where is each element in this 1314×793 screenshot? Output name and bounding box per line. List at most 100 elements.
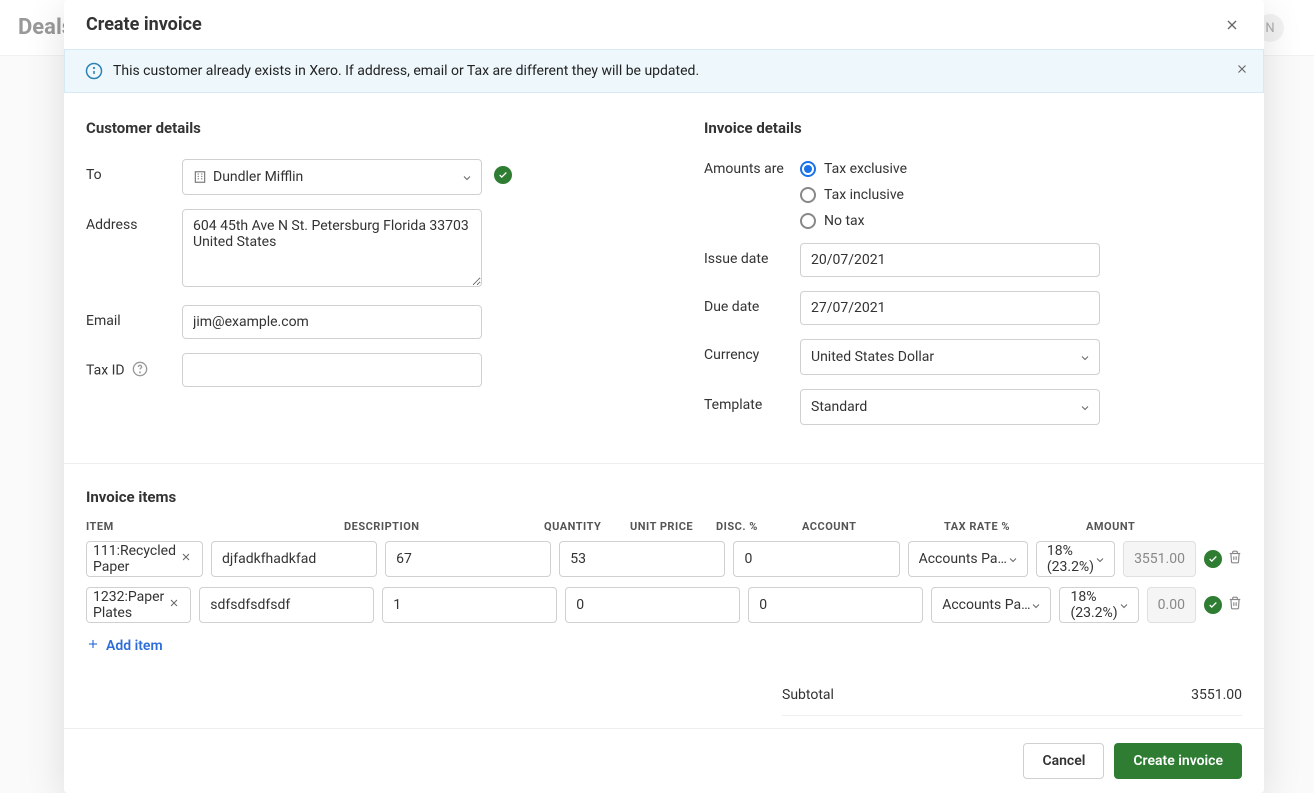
delete-row-button[interactable]: [1228, 550, 1242, 568]
clear-icon[interactable]: [164, 597, 184, 613]
radio-label: Tax exclusive: [824, 161, 907, 177]
help-icon[interactable]: [132, 365, 148, 381]
account-value: Accounts Pa…: [942, 597, 1030, 613]
tax-rate-value: 18% (23.2%): [1070, 589, 1117, 621]
amount-display: 0.00: [1147, 587, 1196, 623]
header-description: DESCRIPTION: [344, 520, 536, 533]
item-select[interactable]: 111:Recycled Paper: [86, 541, 203, 577]
items-section-title: Invoice items: [86, 488, 1242, 506]
amounts-are-label: Amounts are: [704, 159, 800, 177]
invoice-details-section: Invoice details Amounts are Tax exclusiv…: [704, 119, 1242, 439]
info-banner-text: This customer already exists in Xero. If…: [113, 63, 699, 79]
totals-section: Subtotal 3551.00 Total tax 23.2% 823.83 …: [782, 675, 1242, 728]
create-invoice-modal: Create invoice This customer already exi…: [64, 0, 1264, 793]
radio-label: No tax: [824, 213, 865, 229]
dismiss-banner-button[interactable]: [1235, 62, 1249, 80]
item-row: 1232:Paper Plates Accounts Pa… 18% (23.2…: [86, 587, 1242, 623]
items-header-row: ITEM DESCRIPTION QUANTITY UNIT PRICE DIS…: [86, 520, 1242, 533]
currency-value: United States Dollar: [811, 349, 934, 365]
chevron-down-icon: [1079, 402, 1089, 412]
item-select[interactable]: 1232:Paper Plates: [86, 587, 191, 623]
chevron-down-icon: [1007, 554, 1017, 564]
to-select[interactable]: Dundler Mifflin: [182, 159, 482, 195]
tax-rate-select[interactable]: 18% (23.2%): [1036, 541, 1115, 577]
customer-details-section: Customer details To Dundler Mifflin: [86, 119, 624, 439]
to-valid-icon: [494, 166, 512, 184]
address-input[interactable]: 604 45th Ave N St. Petersburg Florida 33…: [182, 209, 482, 287]
header-unit-price: UNIT PRICE: [630, 520, 708, 533]
customer-section-title: Customer details: [86, 119, 624, 137]
close-modal-button[interactable]: [1222, 15, 1242, 35]
currency-label: Currency: [704, 339, 800, 363]
header-item: ITEM: [86, 520, 336, 533]
radio-icon: [800, 187, 816, 203]
due-date-input[interactable]: [800, 291, 1100, 325]
template-label: Template: [704, 389, 800, 413]
chevron-down-icon: [1118, 600, 1128, 610]
confirm-row-button[interactable]: [1204, 596, 1222, 614]
template-value: Standard: [811, 399, 867, 415]
to-value: Dundler Mifflin: [213, 169, 303, 185]
email-input[interactable]: [182, 305, 482, 339]
item-value: 111:Recycled Paper: [93, 543, 176, 575]
header-discount: DISC. %: [716, 520, 794, 533]
account-select[interactable]: Accounts Pa…: [908, 541, 1028, 577]
chevron-down-icon: [1094, 554, 1104, 564]
template-select[interactable]: Standard: [800, 389, 1100, 425]
currency-select[interactable]: United States Dollar: [800, 339, 1100, 375]
description-input[interactable]: [211, 541, 377, 577]
create-invoice-button[interactable]: Create invoice: [1114, 743, 1242, 779]
tax-exclusive-radio[interactable]: Tax exclusive: [800, 161, 1100, 177]
cancel-button[interactable]: Cancel: [1023, 743, 1104, 779]
address-label: Address: [86, 209, 182, 233]
invoice-section-title: Invoice details: [704, 119, 1242, 137]
plus-icon: [86, 637, 100, 655]
add-item-label: Add item: [106, 638, 163, 654]
tax-rate-value: 18% (23.2%): [1047, 543, 1094, 575]
chevron-down-icon: [461, 172, 471, 182]
header-account: ACCOUNT: [802, 520, 936, 533]
tax-rate-select[interactable]: 18% (23.2%): [1059, 587, 1138, 623]
invoice-items-section: Invoice items ITEM DESCRIPTION QUANTITY …: [86, 488, 1242, 728]
tax-id-input[interactable]: [182, 353, 482, 387]
no-tax-radio[interactable]: No tax: [800, 213, 1100, 229]
radio-icon: [800, 213, 816, 229]
add-item-button[interactable]: Add item: [86, 637, 163, 655]
modal-footer: Cancel Create invoice: [64, 728, 1264, 793]
subtotal-value: 3551.00: [1191, 687, 1242, 703]
radio-label: Tax inclusive: [824, 187, 904, 203]
header-quantity: QUANTITY: [544, 520, 622, 533]
confirm-row-button[interactable]: [1204, 550, 1222, 568]
header-amount: AMOUNT: [1086, 520, 1164, 533]
amount-display: 3551.00: [1123, 541, 1196, 577]
radio-icon: [800, 161, 816, 177]
email-label: Email: [86, 305, 182, 329]
to-label: To: [86, 159, 182, 183]
quantity-input[interactable]: [382, 587, 557, 623]
info-banner: This customer already exists in Xero. If…: [64, 49, 1264, 93]
issue-date-input[interactable]: [800, 243, 1100, 277]
company-icon: [193, 170, 207, 184]
subtotal-label: Subtotal: [782, 687, 834, 703]
header-tax-rate: TAX RATE %: [944, 520, 1078, 533]
modal-title: Create invoice: [86, 14, 202, 35]
description-input[interactable]: [199, 587, 374, 623]
tax-inclusive-radio[interactable]: Tax inclusive: [800, 187, 1100, 203]
unit-price-input[interactable]: [565, 587, 740, 623]
modal-header: Create invoice: [64, 0, 1264, 49]
unit-price-input[interactable]: [559, 541, 725, 577]
delete-row-button[interactable]: [1228, 596, 1242, 614]
item-row: 111:Recycled Paper Accounts Pa… 18% (23.…: [86, 541, 1242, 577]
discount-input[interactable]: [748, 587, 923, 623]
tax-id-label: Tax ID: [86, 353, 182, 381]
account-select[interactable]: Accounts Pa…: [931, 587, 1051, 623]
chevron-down-icon: [1079, 352, 1089, 362]
discount-input[interactable]: [733, 541, 899, 577]
clear-icon[interactable]: [176, 551, 196, 567]
issue-date-label: Issue date: [704, 243, 800, 267]
item-value: 1232:Paper Plates: [93, 589, 164, 621]
quantity-input[interactable]: [385, 541, 551, 577]
account-value: Accounts Pa…: [919, 551, 1007, 567]
due-date-label: Due date: [704, 291, 800, 315]
chevron-down-icon: [1030, 600, 1040, 610]
